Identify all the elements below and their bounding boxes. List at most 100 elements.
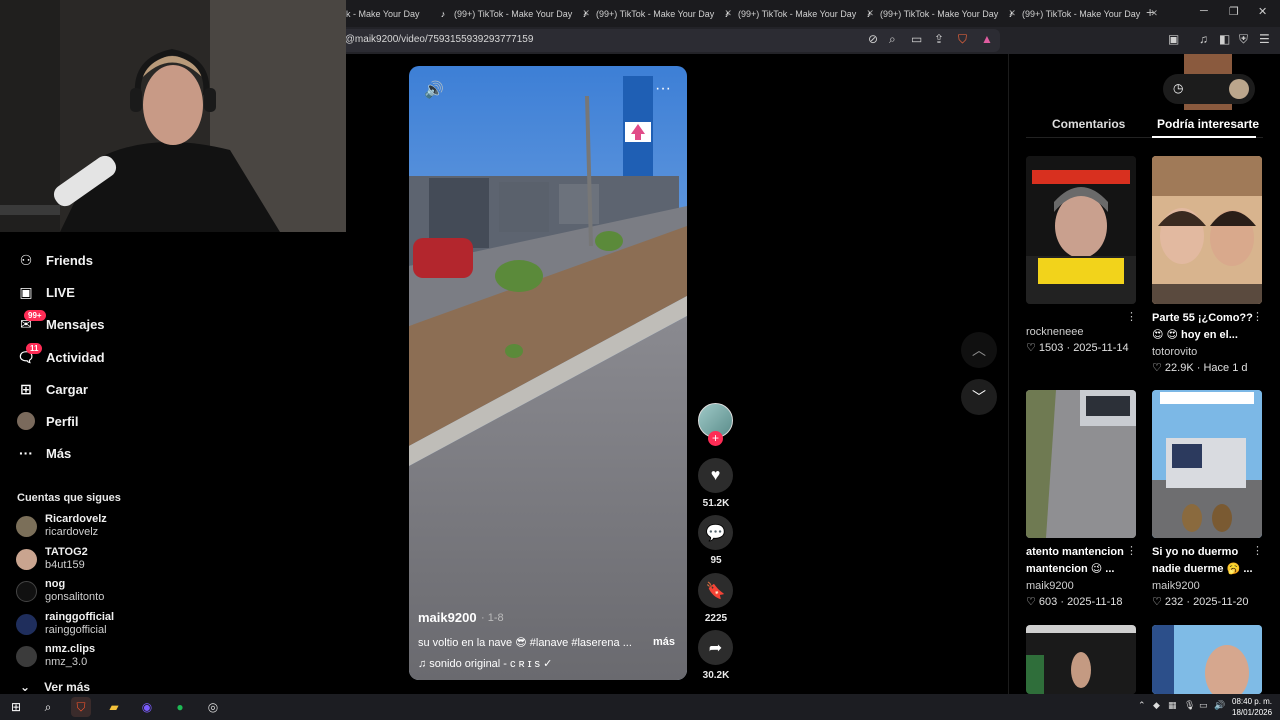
- tray-chevron-icon[interactable]: ⌃: [1138, 700, 1146, 711]
- chevron-down-icon: ⌄: [20, 680, 31, 694]
- restore-icon[interactable]: ❐: [1229, 5, 1239, 18]
- separator: ·: [1063, 342, 1074, 354]
- tab-comments[interactable]: Comentarios: [1052, 117, 1125, 131]
- spotify-icon[interactable]: ●: [170, 697, 190, 717]
- avatar[interactable]: [1229, 79, 1249, 99]
- video-date: · 1-8: [481, 612, 504, 624]
- avatar: [16, 516, 37, 537]
- discord-icon[interactable]: ◉: [137, 697, 157, 717]
- kebab-icon[interactable]: ⋮: [1126, 544, 1137, 557]
- webcam-overlay: [0, 0, 346, 232]
- card-author[interactable]: maik9200: [1152, 580, 1200, 592]
- avatar: [16, 549, 37, 570]
- new-tab-button[interactable]: +: [1146, 4, 1154, 20]
- sidebar-item-activity[interactable]: 🗨 11 Actividad: [16, 343, 105, 370]
- browser-tab[interactable]: k - Make Your Day: [346, 0, 420, 27]
- cast-icon[interactable]: ▭: [911, 32, 922, 46]
- suggested-video-thumbnail[interactable]: [1026, 625, 1136, 694]
- tab-title: k - Make Your Day: [346, 8, 420, 19]
- share-icon[interactable]: ⇪: [934, 32, 944, 46]
- menu-icon[interactable]: ☰: [1259, 32, 1270, 46]
- browser-tab[interactable]: ♪ (99+) TikTok - Make Your Day ✕: [1006, 0, 1158, 27]
- clock-time[interactable]: 08:40 p. m.: [1232, 697, 1272, 706]
- share-button[interactable]: ➦: [698, 630, 733, 665]
- following-account[interactable]: nmz.clips nmz_3.0: [16, 643, 166, 673]
- browser-tab[interactable]: ♪ (99+) TikTok - Make Your Day ✕: [580, 0, 732, 27]
- suggested-video-thumbnail[interactable]: [1152, 625, 1262, 694]
- following-account[interactable]: TATOG2 b4ut159: [16, 546, 166, 576]
- clock-date[interactable]: 18/01/2026: [1232, 708, 1272, 717]
- card-author[interactable]: maik9200: [1026, 580, 1074, 592]
- save-button[interactable]: 🔖: [698, 573, 733, 608]
- sidebar-item-upload[interactable]: ⊞ Cargar: [16, 376, 88, 402]
- no-tracking-icon[interactable]: ⊘: [868, 32, 878, 46]
- network-icon[interactable]: ▭: [1199, 700, 1208, 711]
- brave-shield-icon[interactable]: ⛉: [958, 32, 967, 47]
- caption-more-link[interactable]: más: [653, 636, 675, 648]
- heart-icon: ♥: [710, 466, 721, 484]
- browser-tab[interactable]: ♪ (99+) TikTok - Make Your Day ✕: [864, 0, 1016, 27]
- card-author[interactable]: totorovito: [1152, 346, 1197, 358]
- windows-start-icon[interactable]: ⊞: [6, 697, 26, 717]
- card-author[interactable]: rockneneee: [1026, 326, 1084, 338]
- thumbnail-image: [1026, 156, 1136, 304]
- card-title[interactable]: Si yo no duermo nadie duerme 🥱 ...: [1152, 544, 1256, 578]
- video-player[interactable]: [409, 66, 687, 680]
- suggested-video-thumbnail[interactable]: [1152, 156, 1262, 304]
- tray-app-icon[interactable]: ◆: [1153, 700, 1160, 711]
- kebab-icon[interactable]: ⋮: [1126, 310, 1137, 323]
- kebab-icon[interactable]: ⋮: [1252, 544, 1263, 557]
- reader-icon[interactable]: ▣: [1168, 32, 1179, 46]
- tray-app-icon[interactable]: ▦: [1168, 700, 1177, 711]
- profile-icon: [16, 411, 36, 431]
- card-title[interactable]: Parte 55 ¡¿Como?? 😍 😍 hoy en el...: [1152, 310, 1256, 344]
- browser-tab[interactable]: ♪ (99+) TikTok - Make Your Day ✕: [438, 0, 590, 27]
- sidebar-item-more[interactable]: ··· Más: [16, 440, 71, 466]
- tab-title: (99+) TikTok - Make Your Day: [596, 8, 715, 19]
- search-icon[interactable]: ⌕: [38, 697, 58, 717]
- tab-suggested[interactable]: Podría interesarte: [1157, 117, 1259, 131]
- brave-browser-icon[interactable]: ⛉: [71, 697, 91, 717]
- browser-tab[interactable]: ♪ (99+) TikTok - Make Your Day ✕: [722, 0, 874, 27]
- thumbnail-image: [1026, 625, 1136, 694]
- see-more-button[interactable]: ⌄ Ver más: [20, 680, 90, 694]
- sidebar-item-messages[interactable]: ✉ 99+ Mensajes: [16, 310, 105, 337]
- following-account[interactable]: rainggofficial rainggofficial: [16, 611, 166, 641]
- tiktok-icon: ♪: [1008, 8, 1014, 19]
- microphone-icon[interactable]: 🎙: [1184, 700, 1195, 711]
- previous-video-button[interactable]: ︿: [961, 332, 997, 368]
- media-icon[interactable]: ♫: [1199, 32, 1208, 46]
- close-window-icon[interactable]: ✕: [1258, 5, 1267, 18]
- following-account[interactable]: nog gonsalitonto: [16, 578, 166, 608]
- volume-icon[interactable]: 🔊: [424, 80, 444, 100]
- obs-icon[interactable]: ◎: [203, 697, 223, 717]
- follow-plus-icon[interactable]: +: [708, 431, 723, 446]
- video-author[interactable]: maik9200: [418, 610, 477, 625]
- sidebar-item-friends[interactable]: ⚇ Friends: [16, 247, 93, 273]
- sidebar-item-live[interactable]: ▣ LIVE: [16, 279, 75, 305]
- following-account[interactable]: Ricardovelz ricardovelz: [16, 513, 166, 543]
- like-button[interactable]: ♥: [698, 458, 733, 493]
- chevron-down-icon: ﹀: [972, 389, 986, 405]
- clock-icon[interactable]: ◷: [1173, 81, 1183, 95]
- messages-icon: ✉ 99+: [16, 310, 46, 334]
- more-options-icon[interactable]: ···: [655, 80, 671, 98]
- card-likes: 1503: [1038, 342, 1064, 354]
- zoom-icon[interactable]: ⌕: [889, 32, 896, 47]
- minimize-icon[interactable]: ─: [1200, 5, 1208, 17]
- sidebar-toggle-icon[interactable]: ◧: [1219, 32, 1230, 46]
- next-video-button[interactable]: ﹀: [961, 379, 997, 415]
- suggested-video-thumbnail[interactable]: [1026, 156, 1136, 304]
- rewards-icon[interactable]: ▲: [981, 32, 993, 46]
- video-sound[interactable]: ♫ sonido original - ᴄ ʀ ɪ s ✓: [418, 657, 552, 670]
- kebab-icon[interactable]: ⋮: [1252, 310, 1263, 323]
- card-title[interactable]: atento mantencion mantencion 😉 ...: [1026, 544, 1130, 578]
- file-explorer-icon[interactable]: ▰: [104, 697, 124, 717]
- vpn-icon[interactable]: ⛨: [1239, 32, 1248, 47]
- suggested-video-thumbnail[interactable]: [1026, 390, 1136, 538]
- sidebar-item-profile[interactable]: Perfil: [16, 408, 79, 434]
- suggested-video-thumbnail[interactable]: [1152, 390, 1262, 538]
- comment-button[interactable]: 💬: [698, 515, 733, 550]
- video-caption: su voltio en la nave 😎 #lanave #laserena…: [418, 637, 632, 649]
- volume-icon[interactable]: 🔊: [1214, 700, 1225, 711]
